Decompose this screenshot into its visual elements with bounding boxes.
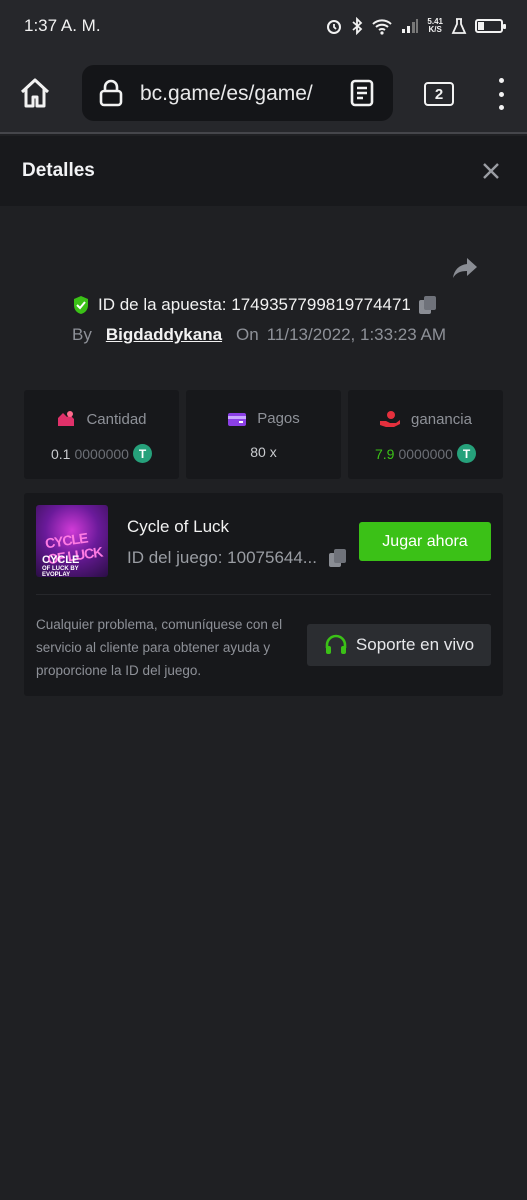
by-label: By	[72, 325, 92, 344]
stat-profit-label: ganancia	[411, 410, 472, 428]
bet-amount-icon	[58, 411, 75, 426]
live-support-button[interactable]: Soporte en vivo	[307, 624, 491, 666]
copy-icon[interactable]	[329, 549, 347, 567]
dialog-header: Detalles	[0, 136, 527, 206]
bet-datetime: 11/13/2022, 1:33:23 AM	[266, 325, 447, 344]
stat-amount-decimals: 0000000	[74, 445, 129, 462]
stat-profit-value: 7.9	[375, 445, 395, 462]
headset-icon	[325, 634, 347, 654]
status-bar: 1:37 A. M. 5.41 K/S	[0, 0, 527, 52]
game-id: ID del juego: 10075644...	[127, 548, 317, 567]
play-now-button[interactable]: Jugar ahora	[359, 522, 491, 561]
game-id-row: ID del juego: 10075644...	[127, 548, 347, 568]
profit-hand-icon	[380, 411, 401, 427]
signal-icon	[402, 19, 419, 33]
close-icon[interactable]	[482, 162, 500, 180]
dialog-title: Detalles	[22, 160, 95, 181]
net-speed: 5.41 K/S	[427, 17, 443, 34]
status-time: 1:37 A. M.	[24, 16, 101, 35]
lock-icon	[99, 79, 123, 107]
game-name: Cycle of Luck	[127, 517, 230, 536]
bet-stats: Cantidad 0.1 0000000 T Pagos 80 x gananci…	[24, 390, 503, 479]
stat-payout-label: Pagos	[257, 410, 300, 427]
on-label: On	[236, 325, 259, 344]
stat-amount: Cantidad 0.1 0000000 T	[24, 390, 179, 479]
username-link[interactable]: Bigdaddykana	[106, 325, 222, 345]
thumbnail-caption: CYCLE	[42, 554, 80, 566]
stat-amount-value: 0.1	[51, 445, 71, 462]
support-message: Cualquier problema, comuníquese con el s…	[36, 617, 283, 678]
status-icons: 5.41 K/S	[325, 17, 506, 35]
usdt-icon: T	[132, 444, 152, 463]
stat-payout-value: 80 x	[250, 444, 277, 460]
browser-menu-icon[interactable]	[496, 78, 506, 110]
copy-icon[interactable]	[418, 296, 437, 314]
wifi-icon	[372, 19, 393, 35]
bet-id-row: ID de la apuesta: 1749357799819774471	[72, 293, 437, 317]
url-text[interactable]: bc.game/es/game/	[140, 82, 330, 106]
stat-payout: Pagos 80 x	[186, 390, 341, 479]
browser-toolbar: bc.game/es/game/ 2	[0, 52, 527, 134]
verified-shield-icon	[74, 296, 88, 314]
live-support-label: Soporte en vivo	[355, 635, 475, 654]
tab-switcher-button[interactable]: 2	[424, 82, 454, 106]
bet-author-row: By Bigdaddykana On 11/13/2022, 1:33:23 A…	[72, 325, 446, 345]
divider	[36, 594, 491, 595]
game-card: CYCLE OF LUCK CYCLE OF LUCK BY EVOPLAY C…	[24, 493, 503, 696]
address-bar[interactable]: bc.game/es/game/	[82, 65, 393, 121]
game-thumbnail[interactable]: CYCLE OF LUCK CYCLE OF LUCK BY EVOPLAY	[36, 505, 108, 577]
stat-amount-label: Cantidad	[86, 410, 147, 428]
bet-id: ID de la apuesta: 1749357799819774471	[98, 295, 411, 314]
alarm-icon	[327, 20, 342, 34]
thumbnail-subcaption: OF LUCK BY EVOPLAY	[42, 566, 79, 577]
stat-profit-decimals: 0000000	[398, 445, 453, 462]
share-icon[interactable]	[451, 256, 479, 280]
usdt-icon: T	[456, 444, 476, 463]
stat-profit: ganancia 7.9 0000000 T	[348, 390, 503, 479]
reader-mode-icon[interactable]	[350, 79, 374, 107]
bluetooth-icon	[352, 17, 363, 35]
wallet-icon	[228, 412, 247, 426]
home-icon[interactable]	[18, 76, 52, 110]
battery-icon	[475, 19, 506, 33]
flask-icon	[451, 18, 467, 34]
